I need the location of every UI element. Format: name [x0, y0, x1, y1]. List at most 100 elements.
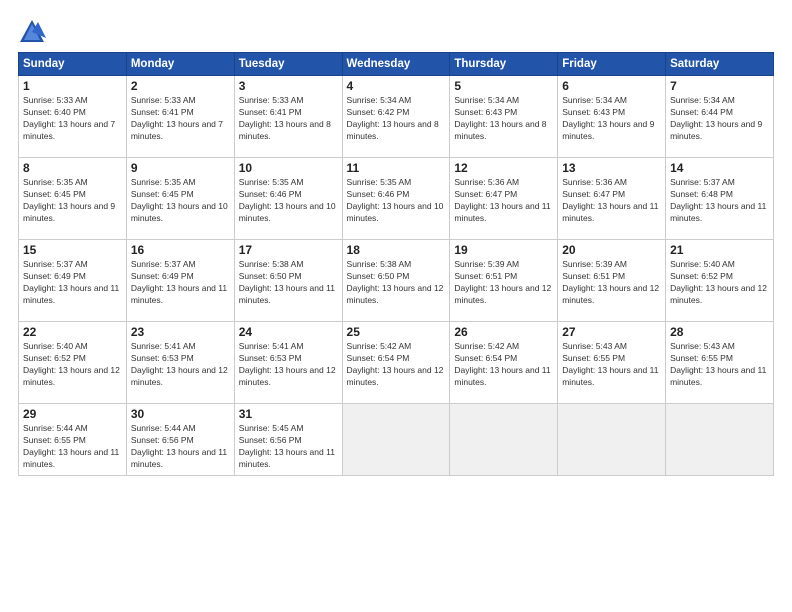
day-info: Sunrise: 5:39 AMSunset: 6:51 PMDaylight:… — [562, 259, 661, 307]
day-info: Sunrise: 5:35 AMSunset: 6:45 PMDaylight:… — [131, 177, 230, 225]
day-info: Sunrise: 5:37 AMSunset: 6:48 PMDaylight:… — [670, 177, 769, 225]
header-cell-thursday: Thursday — [450, 53, 558, 76]
day-number: 4 — [347, 79, 446, 93]
calendar-table: SundayMondayTuesdayWednesdayThursdayFrid… — [18, 52, 774, 476]
day-cell: 22 Sunrise: 5:40 AMSunset: 6:52 PMDayligh… — [19, 322, 127, 404]
day-number: 6 — [562, 79, 661, 93]
day-number: 1 — [23, 79, 122, 93]
header-cell-tuesday: Tuesday — [234, 53, 342, 76]
day-cell: 9 Sunrise: 5:35 AMSunset: 6:45 PMDaylight… — [126, 158, 234, 240]
day-cell: 25 Sunrise: 5:42 AMSunset: 6:54 PMDayligh… — [342, 322, 450, 404]
day-number: 24 — [239, 325, 338, 339]
day-number: 7 — [670, 79, 769, 93]
day-number: 30 — [131, 407, 230, 421]
calendar-header: SundayMondayTuesdayWednesdayThursdayFrid… — [19, 53, 774, 76]
day-number: 25 — [347, 325, 446, 339]
day-number: 20 — [562, 243, 661, 257]
day-info: Sunrise: 5:41 AMSunset: 6:53 PMDaylight:… — [131, 341, 230, 389]
day-number: 14 — [670, 161, 769, 175]
logo — [18, 18, 50, 46]
day-cell: 17 Sunrise: 5:38 AMSunset: 6:50 PMDayligh… — [234, 240, 342, 322]
day-cell: 28 Sunrise: 5:43 AMSunset: 6:55 PMDayligh… — [666, 322, 774, 404]
day-cell: 16Sunrise: 5:37 AMSunset: 6:49 PMDayligh… — [126, 240, 234, 322]
day-number: 23 — [131, 325, 230, 339]
day-number: 13 — [562, 161, 661, 175]
day-number: 29 — [23, 407, 122, 421]
day-cell: 27 Sunrise: 5:43 AMSunset: 6:55 PMDayligh… — [558, 322, 666, 404]
day-number: 5 — [454, 79, 553, 93]
day-number: 26 — [454, 325, 553, 339]
day-number: 10 — [239, 161, 338, 175]
day-info: Sunrise: 5:35 AMSunset: 6:46 PMDaylight:… — [239, 177, 338, 225]
day-info: Sunrise: 5:36 AMSunset: 6:47 PMDaylight:… — [562, 177, 661, 225]
day-info: Sunrise: 5:34 AMSunset: 6:43 PMDaylight:… — [454, 95, 553, 143]
day-cell: 19 Sunrise: 5:39 AMSunset: 6:51 PMDayligh… — [450, 240, 558, 322]
day-info: Sunrise: 5:35 AMSunset: 6:45 PMDaylight:… — [23, 177, 122, 225]
header-cell-wednesday: Wednesday — [342, 53, 450, 76]
day-cell — [450, 404, 558, 476]
logo-icon — [18, 18, 46, 46]
day-cell: 20 Sunrise: 5:39 AMSunset: 6:51 PMDayligh… — [558, 240, 666, 322]
day-cell: 30 Sunrise: 5:44 AMSunset: 6:56 PMDayligh… — [126, 404, 234, 476]
day-info: Sunrise: 5:39 AMSunset: 6:51 PMDaylight:… — [454, 259, 553, 307]
day-number: 3 — [239, 79, 338, 93]
day-info: Sunrise: 5:44 AMSunset: 6:56 PMDaylight:… — [131, 423, 230, 471]
day-info: Sunrise: 5:34 AMSunset: 6:43 PMDaylight:… — [562, 95, 661, 143]
day-cell: 3 Sunrise: 5:33 AMSunset: 6:41 PMDaylight… — [234, 76, 342, 158]
day-cell: 4Sunrise: 5:34 AMSunset: 6:42 PMDaylight… — [342, 76, 450, 158]
day-info: Sunrise: 5:44 AMSunset: 6:55 PMDaylight:… — [23, 423, 122, 471]
day-cell: 15 Sunrise: 5:37 AMSunset: 6:49 PMDayligh… — [19, 240, 127, 322]
day-number: 22 — [23, 325, 122, 339]
day-info: Sunrise: 5:33 AMSunset: 6:40 PMDaylight:… — [23, 95, 122, 143]
day-info: Sunrise: 5:42 AMSunset: 6:54 PMDaylight:… — [454, 341, 553, 389]
day-info: Sunrise: 5:43 AMSunset: 6:55 PMDaylight:… — [670, 341, 769, 389]
day-cell: 24 Sunrise: 5:41 AMSunset: 6:53 PMDayligh… — [234, 322, 342, 404]
day-cell: 1 Sunrise: 5:33 AMSunset: 6:40 PMDaylight… — [19, 76, 127, 158]
day-cell — [342, 404, 450, 476]
day-info: Sunrise: 5:33 AMSunset: 6:41 PMDaylight:… — [239, 95, 338, 143]
header-row: SundayMondayTuesdayWednesdayThursdayFrid… — [19, 53, 774, 76]
day-number: 2 — [131, 79, 230, 93]
day-cell: 23 Sunrise: 5:41 AMSunset: 6:53 PMDayligh… — [126, 322, 234, 404]
week-row-4: 22 Sunrise: 5:40 AMSunset: 6:52 PMDayligh… — [19, 322, 774, 404]
day-info: Sunrise: 5:40 AMSunset: 6:52 PMDaylight:… — [23, 341, 122, 389]
day-info: Sunrise: 5:43 AMSunset: 6:55 PMDaylight:… — [562, 341, 661, 389]
header-cell-sunday: Sunday — [19, 53, 127, 76]
header-cell-saturday: Saturday — [666, 53, 774, 76]
day-info: Sunrise: 5:42 AMSunset: 6:54 PMDaylight:… — [347, 341, 446, 389]
day-cell: 13 Sunrise: 5:36 AMSunset: 6:47 PMDayligh… — [558, 158, 666, 240]
day-cell: 18Sunrise: 5:38 AMSunset: 6:50 PMDayligh… — [342, 240, 450, 322]
page: SundayMondayTuesdayWednesdayThursdayFrid… — [0, 0, 792, 612]
day-number: 17 — [239, 243, 338, 257]
day-cell: 21 Sunrise: 5:40 AMSunset: 6:52 PMDayligh… — [666, 240, 774, 322]
day-number: 21 — [670, 243, 769, 257]
day-cell: 5 Sunrise: 5:34 AMSunset: 6:43 PMDaylight… — [450, 76, 558, 158]
day-number: 19 — [454, 243, 553, 257]
day-info: Sunrise: 5:37 AMSunset: 6:49 PMDaylight:… — [23, 259, 122, 307]
day-info: Sunrise: 5:35 AMSunset: 6:46 PMDaylight:… — [347, 177, 446, 225]
week-row-1: 1 Sunrise: 5:33 AMSunset: 6:40 PMDaylight… — [19, 76, 774, 158]
day-number: 12 — [454, 161, 553, 175]
day-number: 28 — [670, 325, 769, 339]
day-info: Sunrise: 5:34 AMSunset: 6:44 PMDaylight:… — [670, 95, 769, 143]
week-row-2: 8Sunrise: 5:35 AMSunset: 6:45 PMDaylight… — [19, 158, 774, 240]
day-number: 15 — [23, 243, 122, 257]
day-number: 11 — [347, 161, 446, 175]
day-cell: 11 Sunrise: 5:35 AMSunset: 6:46 PMDayligh… — [342, 158, 450, 240]
day-cell — [558, 404, 666, 476]
day-cell: 29 Sunrise: 5:44 AMSunset: 6:55 PMDayligh… — [19, 404, 127, 476]
day-cell: 8Sunrise: 5:35 AMSunset: 6:45 PMDaylight… — [19, 158, 127, 240]
day-info: Sunrise: 5:41 AMSunset: 6:53 PMDaylight:… — [239, 341, 338, 389]
day-cell: 31Sunrise: 5:45 AMSunset: 6:56 PMDayligh… — [234, 404, 342, 476]
day-info: Sunrise: 5:33 AMSunset: 6:41 PMDaylight:… — [131, 95, 230, 143]
day-number: 27 — [562, 325, 661, 339]
day-number: 9 — [131, 161, 230, 175]
day-info: Sunrise: 5:40 AMSunset: 6:52 PMDaylight:… — [670, 259, 769, 307]
day-cell: 6 Sunrise: 5:34 AMSunset: 6:43 PMDaylight… — [558, 76, 666, 158]
calendar-body: 1 Sunrise: 5:33 AMSunset: 6:40 PMDaylight… — [19, 76, 774, 476]
week-row-3: 15 Sunrise: 5:37 AMSunset: 6:49 PMDayligh… — [19, 240, 774, 322]
day-info: Sunrise: 5:36 AMSunset: 6:47 PMDaylight:… — [454, 177, 553, 225]
day-info: Sunrise: 5:38 AMSunset: 6:50 PMDaylight:… — [239, 259, 338, 307]
day-cell: 2 Sunrise: 5:33 AMSunset: 6:41 PMDaylight… — [126, 76, 234, 158]
day-number: 18 — [347, 243, 446, 257]
